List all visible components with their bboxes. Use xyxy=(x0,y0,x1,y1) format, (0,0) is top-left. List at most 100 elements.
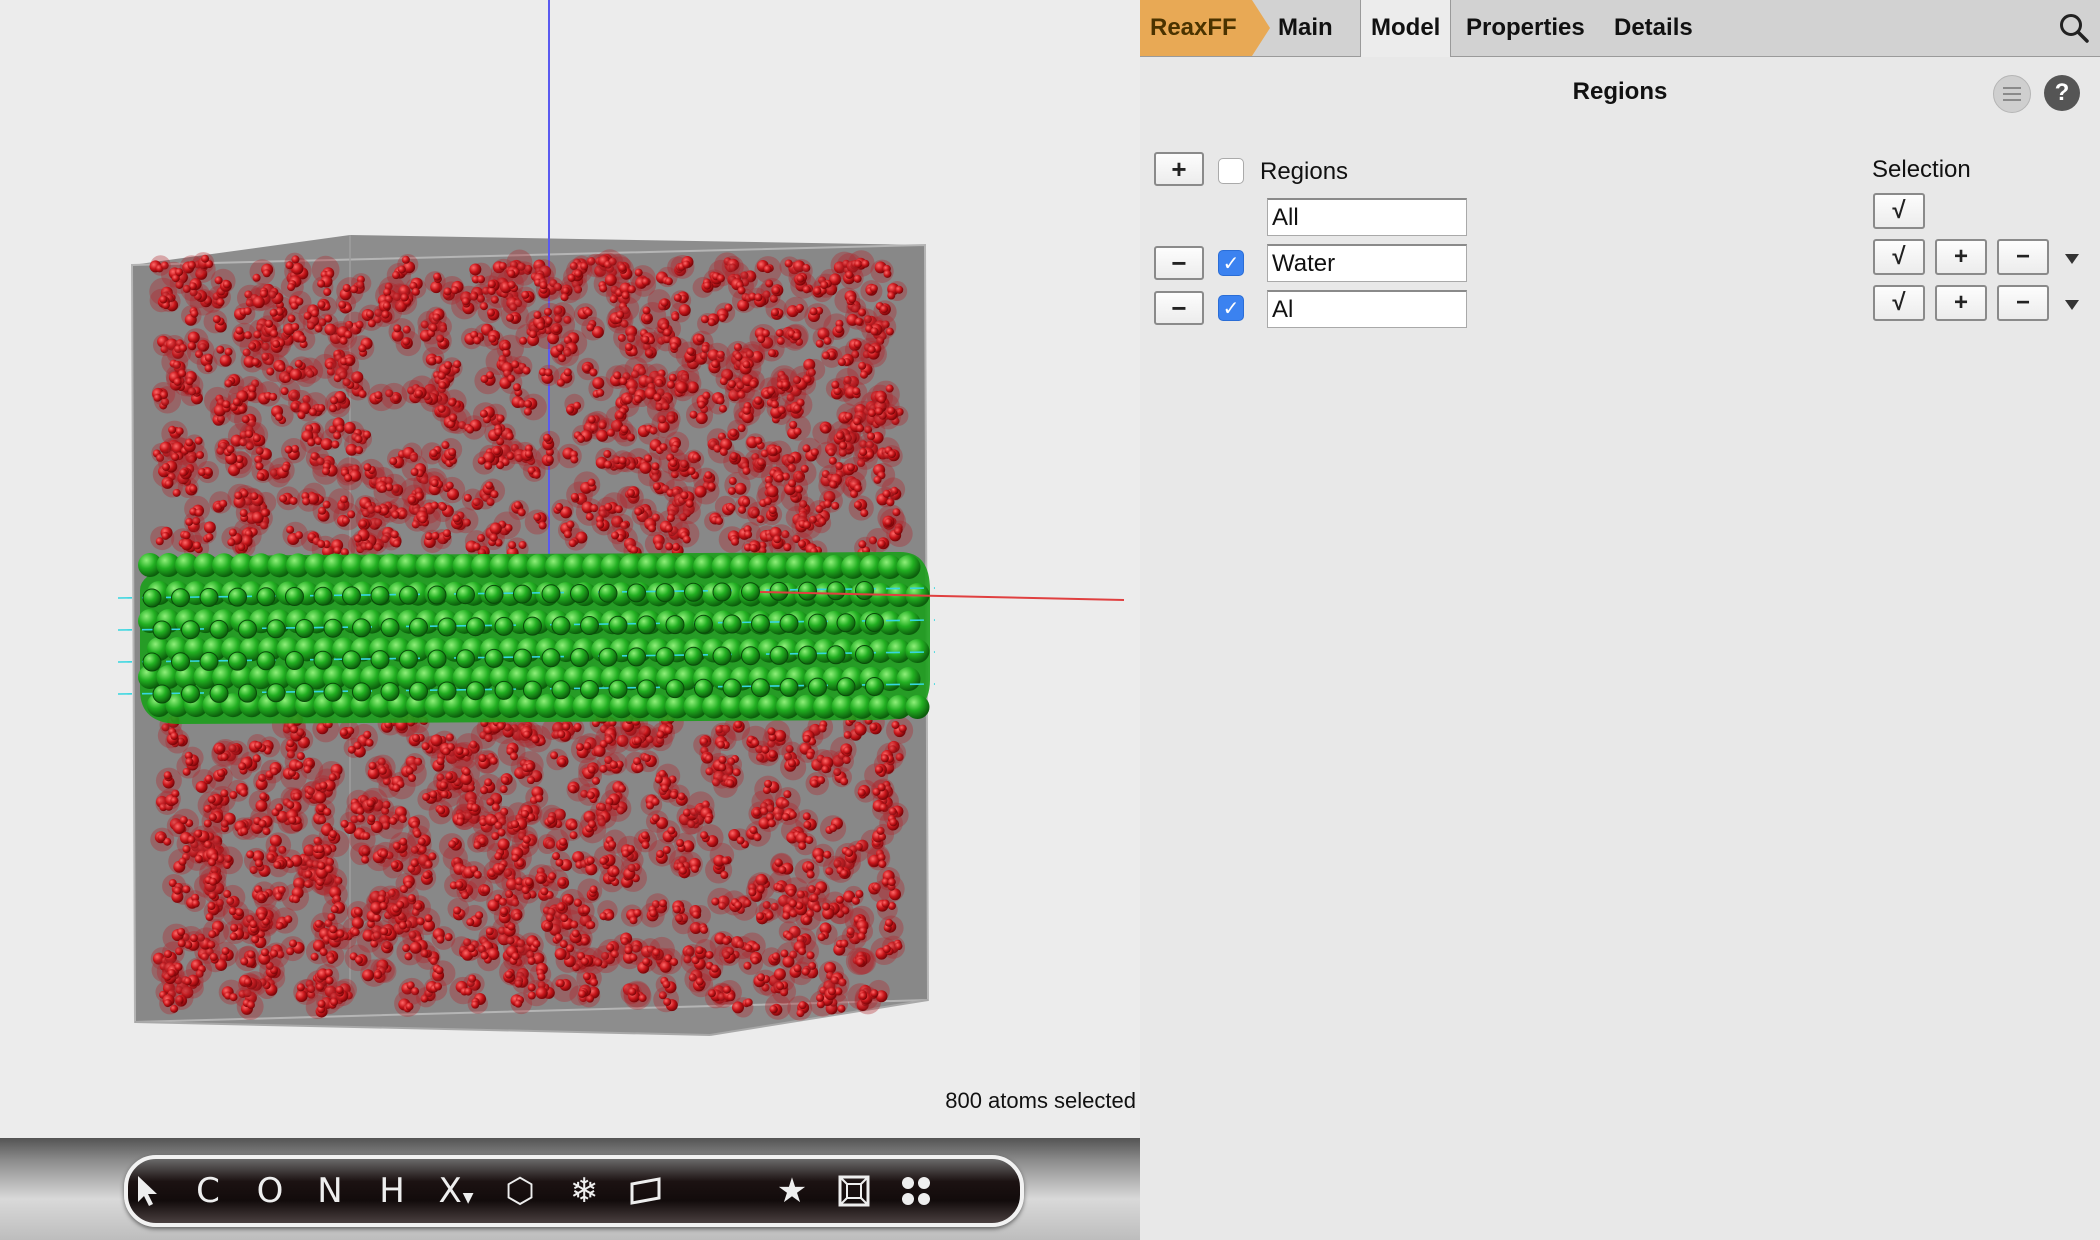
water-atom xyxy=(724,303,733,312)
molecule-viewer[interactable]: 800 atoms selected C O N H X ▼ ⬡ ❄ ★ xyxy=(0,0,1140,1240)
water-atom xyxy=(571,929,580,938)
water-atom xyxy=(317,279,326,288)
water-atom xyxy=(380,927,389,936)
water-atom xyxy=(379,849,388,858)
water-atom xyxy=(589,885,598,894)
water-atom xyxy=(793,964,802,973)
water-atom xyxy=(875,765,884,774)
water-atom xyxy=(256,472,265,481)
water-atom xyxy=(442,529,451,538)
water-atom xyxy=(586,791,595,800)
water-atom xyxy=(859,991,868,1000)
water-atom xyxy=(492,447,501,456)
water-atom xyxy=(569,821,578,830)
water-atom xyxy=(187,835,196,844)
water-atom xyxy=(365,542,374,551)
water-atom xyxy=(331,440,340,449)
water-atom xyxy=(291,255,300,264)
water-atom xyxy=(852,387,861,396)
water-atom xyxy=(802,812,811,821)
water-atom xyxy=(633,757,642,766)
water-atom xyxy=(574,269,583,278)
water-atom xyxy=(723,985,732,994)
water-atom xyxy=(164,950,173,959)
water-atom xyxy=(303,311,312,320)
water-atom xyxy=(307,438,316,447)
water-atom xyxy=(634,268,643,277)
water-atom xyxy=(700,315,709,324)
water-atom xyxy=(219,499,228,508)
water-atom xyxy=(324,865,333,874)
water-atom xyxy=(877,539,886,548)
water-atom xyxy=(259,289,268,298)
water-atom xyxy=(815,339,824,348)
water-atom xyxy=(175,268,184,277)
water-atom xyxy=(347,745,356,754)
water-atom xyxy=(789,420,798,429)
water-atom xyxy=(317,861,326,870)
water-atom xyxy=(801,967,810,976)
water-atom xyxy=(816,993,825,1002)
water-atom xyxy=(440,790,449,799)
water-atom xyxy=(217,769,226,778)
water-atom xyxy=(836,431,845,440)
water-atom xyxy=(582,972,591,981)
water-atom xyxy=(547,816,556,825)
water-atom xyxy=(592,377,605,390)
water-atom xyxy=(653,393,662,402)
water-atom xyxy=(246,850,255,859)
water-atom xyxy=(761,745,770,754)
water-atom xyxy=(770,400,779,409)
water-atom xyxy=(598,421,607,430)
water-atom xyxy=(342,283,351,292)
water-atom xyxy=(195,508,204,517)
water-atom xyxy=(251,935,260,944)
water-atom xyxy=(480,951,489,960)
water-atom xyxy=(543,922,552,931)
water-atom xyxy=(473,841,482,850)
water-atom xyxy=(783,543,792,552)
water-atom xyxy=(182,531,191,540)
water-atom xyxy=(525,878,534,887)
water-atom xyxy=(477,534,486,543)
water-atom xyxy=(350,285,359,294)
water-atom xyxy=(434,982,443,991)
molecule-scene[interactable] xyxy=(0,0,1140,1140)
water-atom xyxy=(316,845,325,854)
water-atom xyxy=(556,378,565,387)
water-atom xyxy=(182,767,191,776)
water-atom xyxy=(340,819,349,828)
water-atom xyxy=(429,790,438,799)
water-atom xyxy=(562,722,571,731)
water-atom xyxy=(764,779,773,788)
water-atom xyxy=(887,291,896,300)
water-atom xyxy=(774,858,783,867)
water-atom xyxy=(616,310,625,319)
water-atom xyxy=(728,477,737,486)
water-atom xyxy=(793,427,802,436)
water-atom xyxy=(404,952,413,961)
water-atom xyxy=(319,781,328,790)
water-atom xyxy=(796,1009,805,1018)
water-atom xyxy=(405,1002,414,1011)
water-atom xyxy=(428,852,437,861)
water-atom xyxy=(629,916,638,925)
water-atom xyxy=(187,341,196,350)
water-atom xyxy=(389,816,398,825)
water-atom xyxy=(700,831,709,840)
water-atom xyxy=(429,449,438,458)
water-atom xyxy=(668,373,677,382)
water-atom xyxy=(330,997,339,1006)
water-atom xyxy=(831,380,840,389)
water-atom xyxy=(295,761,304,770)
water-atom xyxy=(494,428,503,437)
water-atom xyxy=(844,412,853,421)
water-atom xyxy=(539,281,548,290)
water-atom xyxy=(749,826,758,835)
water-atom xyxy=(719,377,728,386)
water-atom xyxy=(239,788,248,797)
water-atom xyxy=(224,347,233,356)
water-atom xyxy=(296,752,305,761)
water-atom xyxy=(763,265,772,274)
water-atom xyxy=(618,263,627,272)
